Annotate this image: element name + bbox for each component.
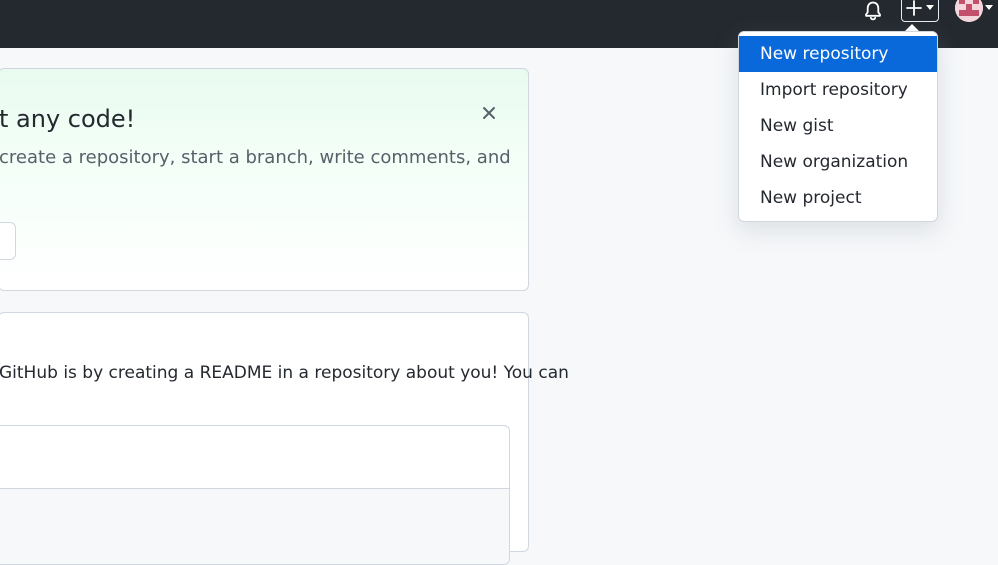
- banner-text: create a repository, start a branch, wri…: [0, 147, 511, 168]
- user-menu[interactable]: [955, 0, 993, 22]
- profile-readme-card: GitHub is by creating a README in a repo…: [0, 312, 569, 565]
- banner-action-button[interactable]: [0, 222, 16, 260]
- plus-icon: [906, 0, 922, 16]
- close-icon[interactable]: [479, 103, 499, 123]
- menu-item-new-repository[interactable]: New repository: [739, 36, 937, 72]
- menu-item-import-repository[interactable]: Import repository: [739, 72, 937, 108]
- readme-card-text: GitHub is by creating a README in a repo…: [0, 363, 569, 383]
- caret-down-icon: [985, 5, 993, 10]
- welcome-banner: t any code! create a repository, start a…: [0, 68, 529, 291]
- banner-title: t any code!: [0, 105, 136, 133]
- readme-preview-box: [0, 425, 510, 565]
- caret-down-icon: [926, 5, 934, 10]
- bell-icon[interactable]: [862, 0, 884, 22]
- readme-preview-footer: [0, 488, 509, 564]
- create-menu-list: New repository Import repository New gis…: [739, 36, 937, 216]
- avatar[interactable]: [955, 0, 983, 22]
- menu-item-new-organization[interactable]: New organization: [739, 144, 937, 180]
- create-new-dropdown: New repository Import repository New gis…: [738, 31, 938, 222]
- create-new-button[interactable]: [901, 0, 939, 22]
- menu-item-new-gist[interactable]: New gist: [739, 108, 937, 144]
- menu-item-new-project[interactable]: New project: [739, 180, 937, 216]
